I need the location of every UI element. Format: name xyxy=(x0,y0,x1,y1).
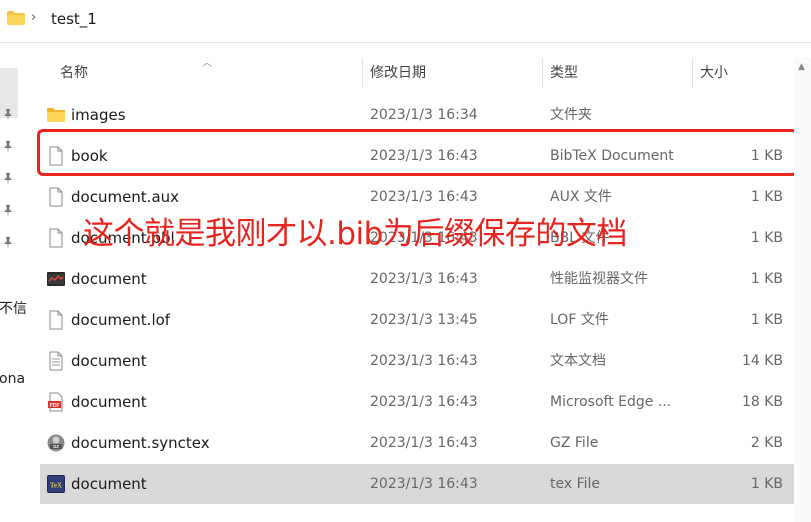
file-date: 2023/1/3 13:45 xyxy=(370,312,478,328)
gz-file-icon: GZ xyxy=(47,434,65,452)
file-size: 1 KB xyxy=(750,312,783,328)
blank-file-icon xyxy=(49,310,63,330)
svg-text:GZ: GZ xyxy=(53,444,59,449)
breadcrumb-folder-test-1[interactable]: test_1 xyxy=(51,10,97,28)
file-size: 18 KB xyxy=(741,394,783,410)
navigation-pane: 不信 ona xyxy=(0,43,27,522)
file-size: 2 KB xyxy=(750,435,783,451)
svg-text:PDF: PDF xyxy=(50,403,60,409)
file-type: Microsoft Edge ... xyxy=(550,394,672,410)
file-name: document xyxy=(71,393,147,411)
nav-item-fragment[interactable]: ona xyxy=(0,371,25,387)
blank-file-icon xyxy=(49,228,63,248)
pin-icon[interactable] xyxy=(3,205,13,217)
file-row[interactable]: document 2023/1/3 16:43 文本文档 14 KB xyxy=(40,341,795,381)
text-file-icon xyxy=(49,351,63,371)
pdf-file-icon: PDF xyxy=(48,392,63,412)
file-row[interactable]: document 2023/1/3 16:43 性能监视器文件 1 KB xyxy=(40,259,795,299)
file-size: 14 KB xyxy=(741,353,783,369)
sort-ascending-icon: ︿ xyxy=(202,58,212,69)
column-separator[interactable] xyxy=(692,58,693,88)
scroll-up-arrow-icon[interactable]: ▲ xyxy=(798,62,805,72)
file-row[interactable]: GZ document.synctex 2023/1/3 16:43 GZ Fi… xyxy=(40,423,795,463)
monitor-file-icon xyxy=(47,272,65,286)
pin-icon[interactable] xyxy=(3,141,13,153)
file-name: document.synctex xyxy=(71,434,210,452)
vertical-scrollbar[interactable]: ▲ xyxy=(794,58,811,522)
file-type: LOF 文件 xyxy=(550,312,609,328)
file-name: document.lof xyxy=(71,311,171,329)
annotation-highlight-box xyxy=(37,129,798,176)
column-separator[interactable] xyxy=(362,58,363,88)
folder-icon xyxy=(7,11,25,25)
file-date: 2023/1/3 16:43 xyxy=(370,271,478,287)
file-type: tex File xyxy=(550,476,601,492)
column-header-type[interactable]: 类型 xyxy=(550,58,578,88)
file-size: 1 KB xyxy=(750,189,783,205)
pin-icon[interactable] xyxy=(3,237,13,249)
column-separator[interactable] xyxy=(542,58,543,88)
pin-icon[interactable] xyxy=(3,109,13,121)
file-type: 性能监视器文件 xyxy=(550,271,648,287)
toolbar-divider xyxy=(0,42,811,43)
column-header-name[interactable]: 名称 xyxy=(60,58,88,88)
file-name: document xyxy=(71,475,147,493)
file-size: 1 KB xyxy=(750,230,783,246)
blank-file-icon xyxy=(49,187,63,207)
svg-text:TeX: TeX xyxy=(50,482,62,490)
tex-file-icon: TeX xyxy=(47,475,65,493)
annotation-text: 这个就是我刚才以.bib为后缀保存的文档 xyxy=(83,216,627,252)
file-date: 2023/1/3 16:43 xyxy=(370,476,478,492)
file-date: 2023/1/3 16:43 xyxy=(370,394,478,410)
nav-item-fragment[interactable]: 不信 xyxy=(0,298,27,318)
breadcrumb-chevron-icon[interactable]: › xyxy=(31,10,36,25)
pin-icon[interactable] xyxy=(3,173,13,185)
file-row-selected[interactable]: TeX document 2023/1/3 16:43 tex File 1 K… xyxy=(40,464,795,504)
folder-icon xyxy=(47,108,65,122)
file-type: 文本文档 xyxy=(550,353,606,369)
file-date: 2023/1/3 16:43 xyxy=(370,353,478,369)
column-header-date[interactable]: 修改日期 xyxy=(370,58,426,88)
column-header-size[interactable]: 大小 xyxy=(700,58,728,88)
file-row[interactable]: document.lof 2023/1/3 13:45 LOF 文件 1 KB xyxy=(40,300,795,340)
file-name: document xyxy=(71,352,147,370)
file-type: GZ File xyxy=(550,435,599,451)
breadcrumb: › test_1 xyxy=(0,0,811,42)
file-row[interactable]: PDF document 2023/1/3 16:43 Microsoft Ed… xyxy=(40,382,795,422)
file-size: 1 KB xyxy=(750,476,783,492)
file-size: 1 KB xyxy=(750,271,783,287)
file-name: document xyxy=(71,270,147,288)
file-date: 2023/1/3 16:43 xyxy=(370,435,478,451)
column-header-row: ︿ 名称 修改日期 类型 大小 xyxy=(0,58,811,88)
